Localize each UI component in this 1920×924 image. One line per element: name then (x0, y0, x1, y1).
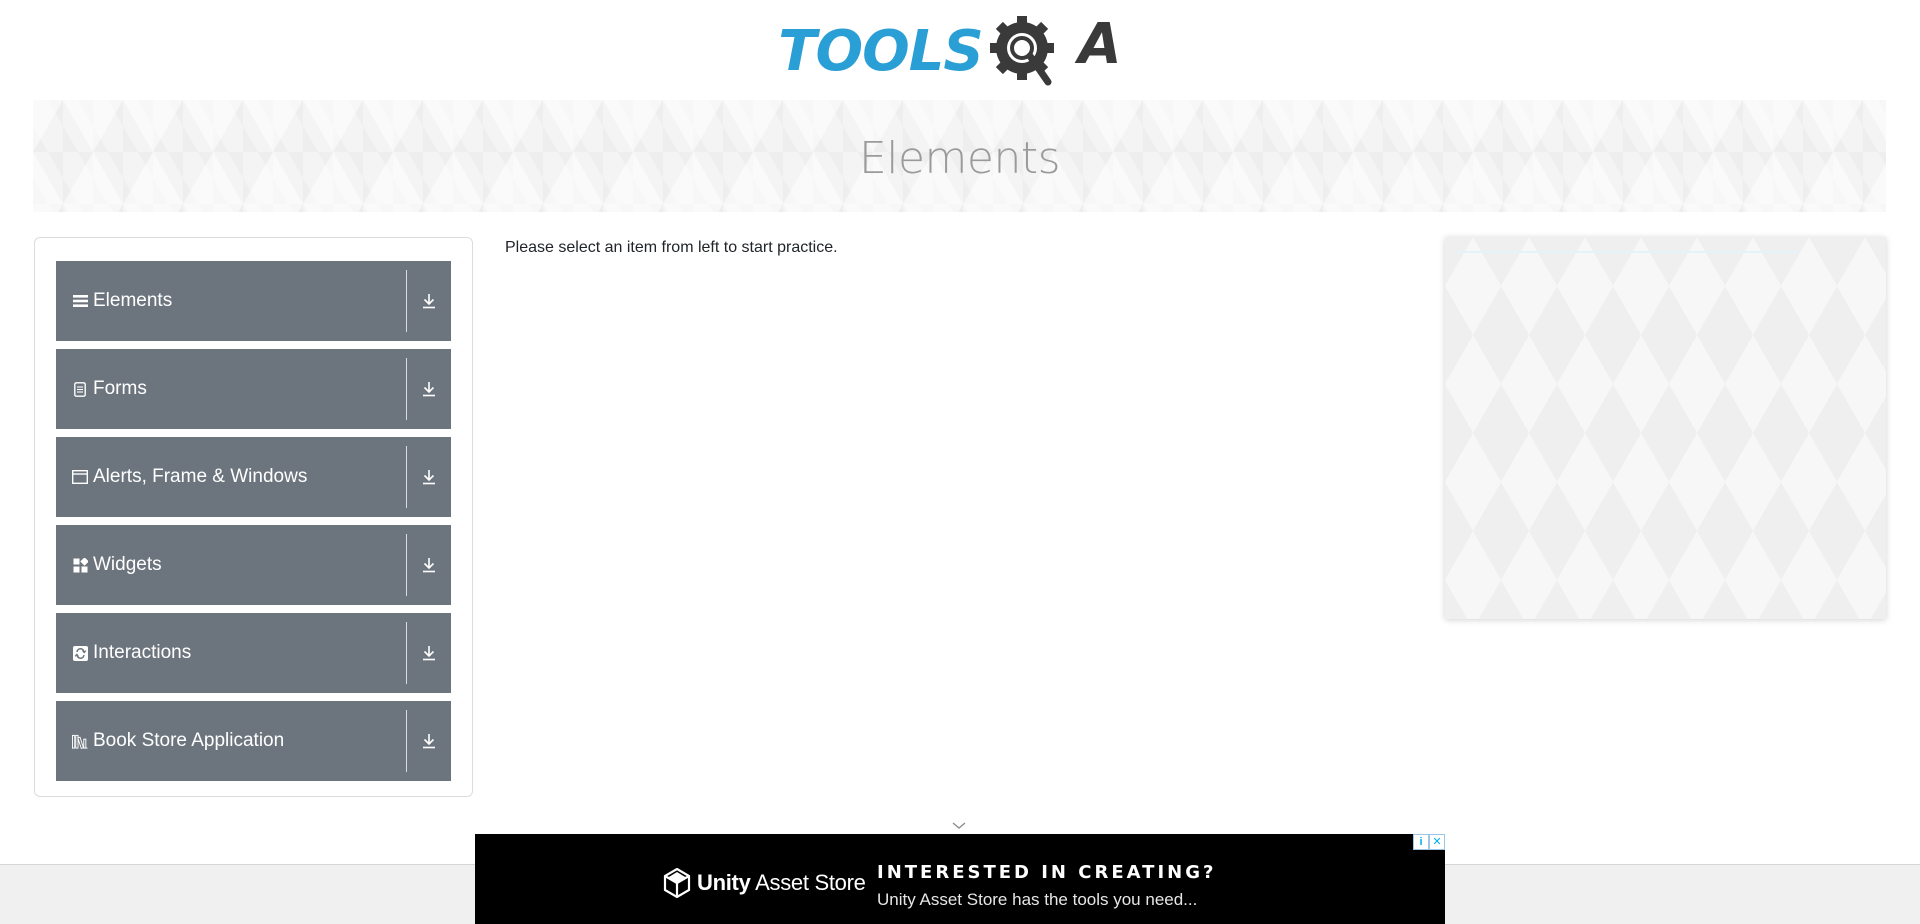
gear-magnifier-icon (990, 16, 1055, 86)
document-icon (72, 381, 88, 397)
left-panel: Elements Forms Alerts, Frame & Windows W… (34, 237, 473, 797)
ad-controls: i ✕ (1413, 834, 1445, 850)
toolsqa-logo[interactable]: TOOLS QA A (778, 14, 1141, 90)
group-label: Elements (93, 290, 173, 311)
group-header[interactable]: Widgets (56, 525, 451, 605)
accordion: Elements Forms Alerts, Frame & Windows W… (56, 261, 451, 789)
group-forms[interactable]: Forms (56, 349, 451, 429)
group-label: Book Store Application (93, 730, 285, 751)
download-arrow-icon (423, 646, 435, 661)
group-header[interactable]: Interactions (56, 613, 451, 693)
group-label: Alerts, Frame & Windows (93, 466, 308, 487)
list-icon (72, 293, 88, 309)
expand-toggle[interactable] (407, 349, 451, 429)
expand-toggle[interactable] (407, 437, 451, 517)
ad-divider (1457, 251, 1797, 253)
group-book-store-application[interactable]: Book Store Application (56, 701, 451, 781)
window-icon (72, 469, 88, 485)
download-arrow-icon (423, 470, 435, 485)
download-arrow-icon (423, 382, 435, 397)
page-title: Elements (858, 132, 1061, 184)
ad-info-icon[interactable]: i (1413, 834, 1429, 850)
group-header[interactable]: Elements (56, 261, 451, 341)
side-ad-panel (1445, 237, 1886, 619)
expand-toggle[interactable] (407, 613, 451, 693)
expand-toggle[interactable] (407, 261, 451, 341)
group-header[interactable]: Forms (56, 349, 451, 429)
logo-text-tools: TOOLS (778, 19, 983, 84)
unity-asset-store-brand: Unity Asset Store (663, 868, 866, 898)
interactions-icon (72, 645, 88, 661)
instruction-text: Please select an item from left to start… (505, 239, 838, 256)
download-arrow-icon (423, 734, 435, 749)
group-elements[interactable]: Elements (56, 261, 451, 341)
header: TOOLS QA A (0, 0, 1920, 100)
group-interactions[interactable]: Interactions (56, 613, 451, 693)
unity-logo-icon (663, 868, 691, 898)
group-header[interactable]: Book Store Application (56, 701, 451, 781)
download-arrow-icon (423, 294, 435, 309)
group-label: Forms (93, 378, 147, 399)
ad-subline: Unity Asset Store has the tools you need… (877, 890, 1198, 909)
expand-toggle[interactable] (407, 525, 451, 605)
widgets-icon (72, 557, 88, 573)
bottom-ad-banner[interactable]: Unity Asset Store INTERESTED IN CREATING… (475, 834, 1445, 924)
group-widgets[interactable]: Widgets (56, 525, 451, 605)
group-label: Interactions (93, 642, 192, 663)
books-icon (72, 733, 88, 749)
download-arrow-icon (423, 558, 435, 573)
group-alerts-frame-windows[interactable]: Alerts, Frame & Windows (56, 437, 451, 517)
group-label: Widgets (93, 554, 162, 575)
ad-close-icon[interactable]: ✕ (1429, 834, 1445, 850)
ad-headline: INTERESTED IN CREATING? (877, 862, 1217, 883)
group-header[interactable]: Alerts, Frame & Windows (56, 437, 451, 517)
expand-toggle[interactable] (407, 701, 451, 781)
page-banner: Elements (33, 100, 1886, 212)
chevron-down-icon[interactable] (950, 820, 968, 832)
